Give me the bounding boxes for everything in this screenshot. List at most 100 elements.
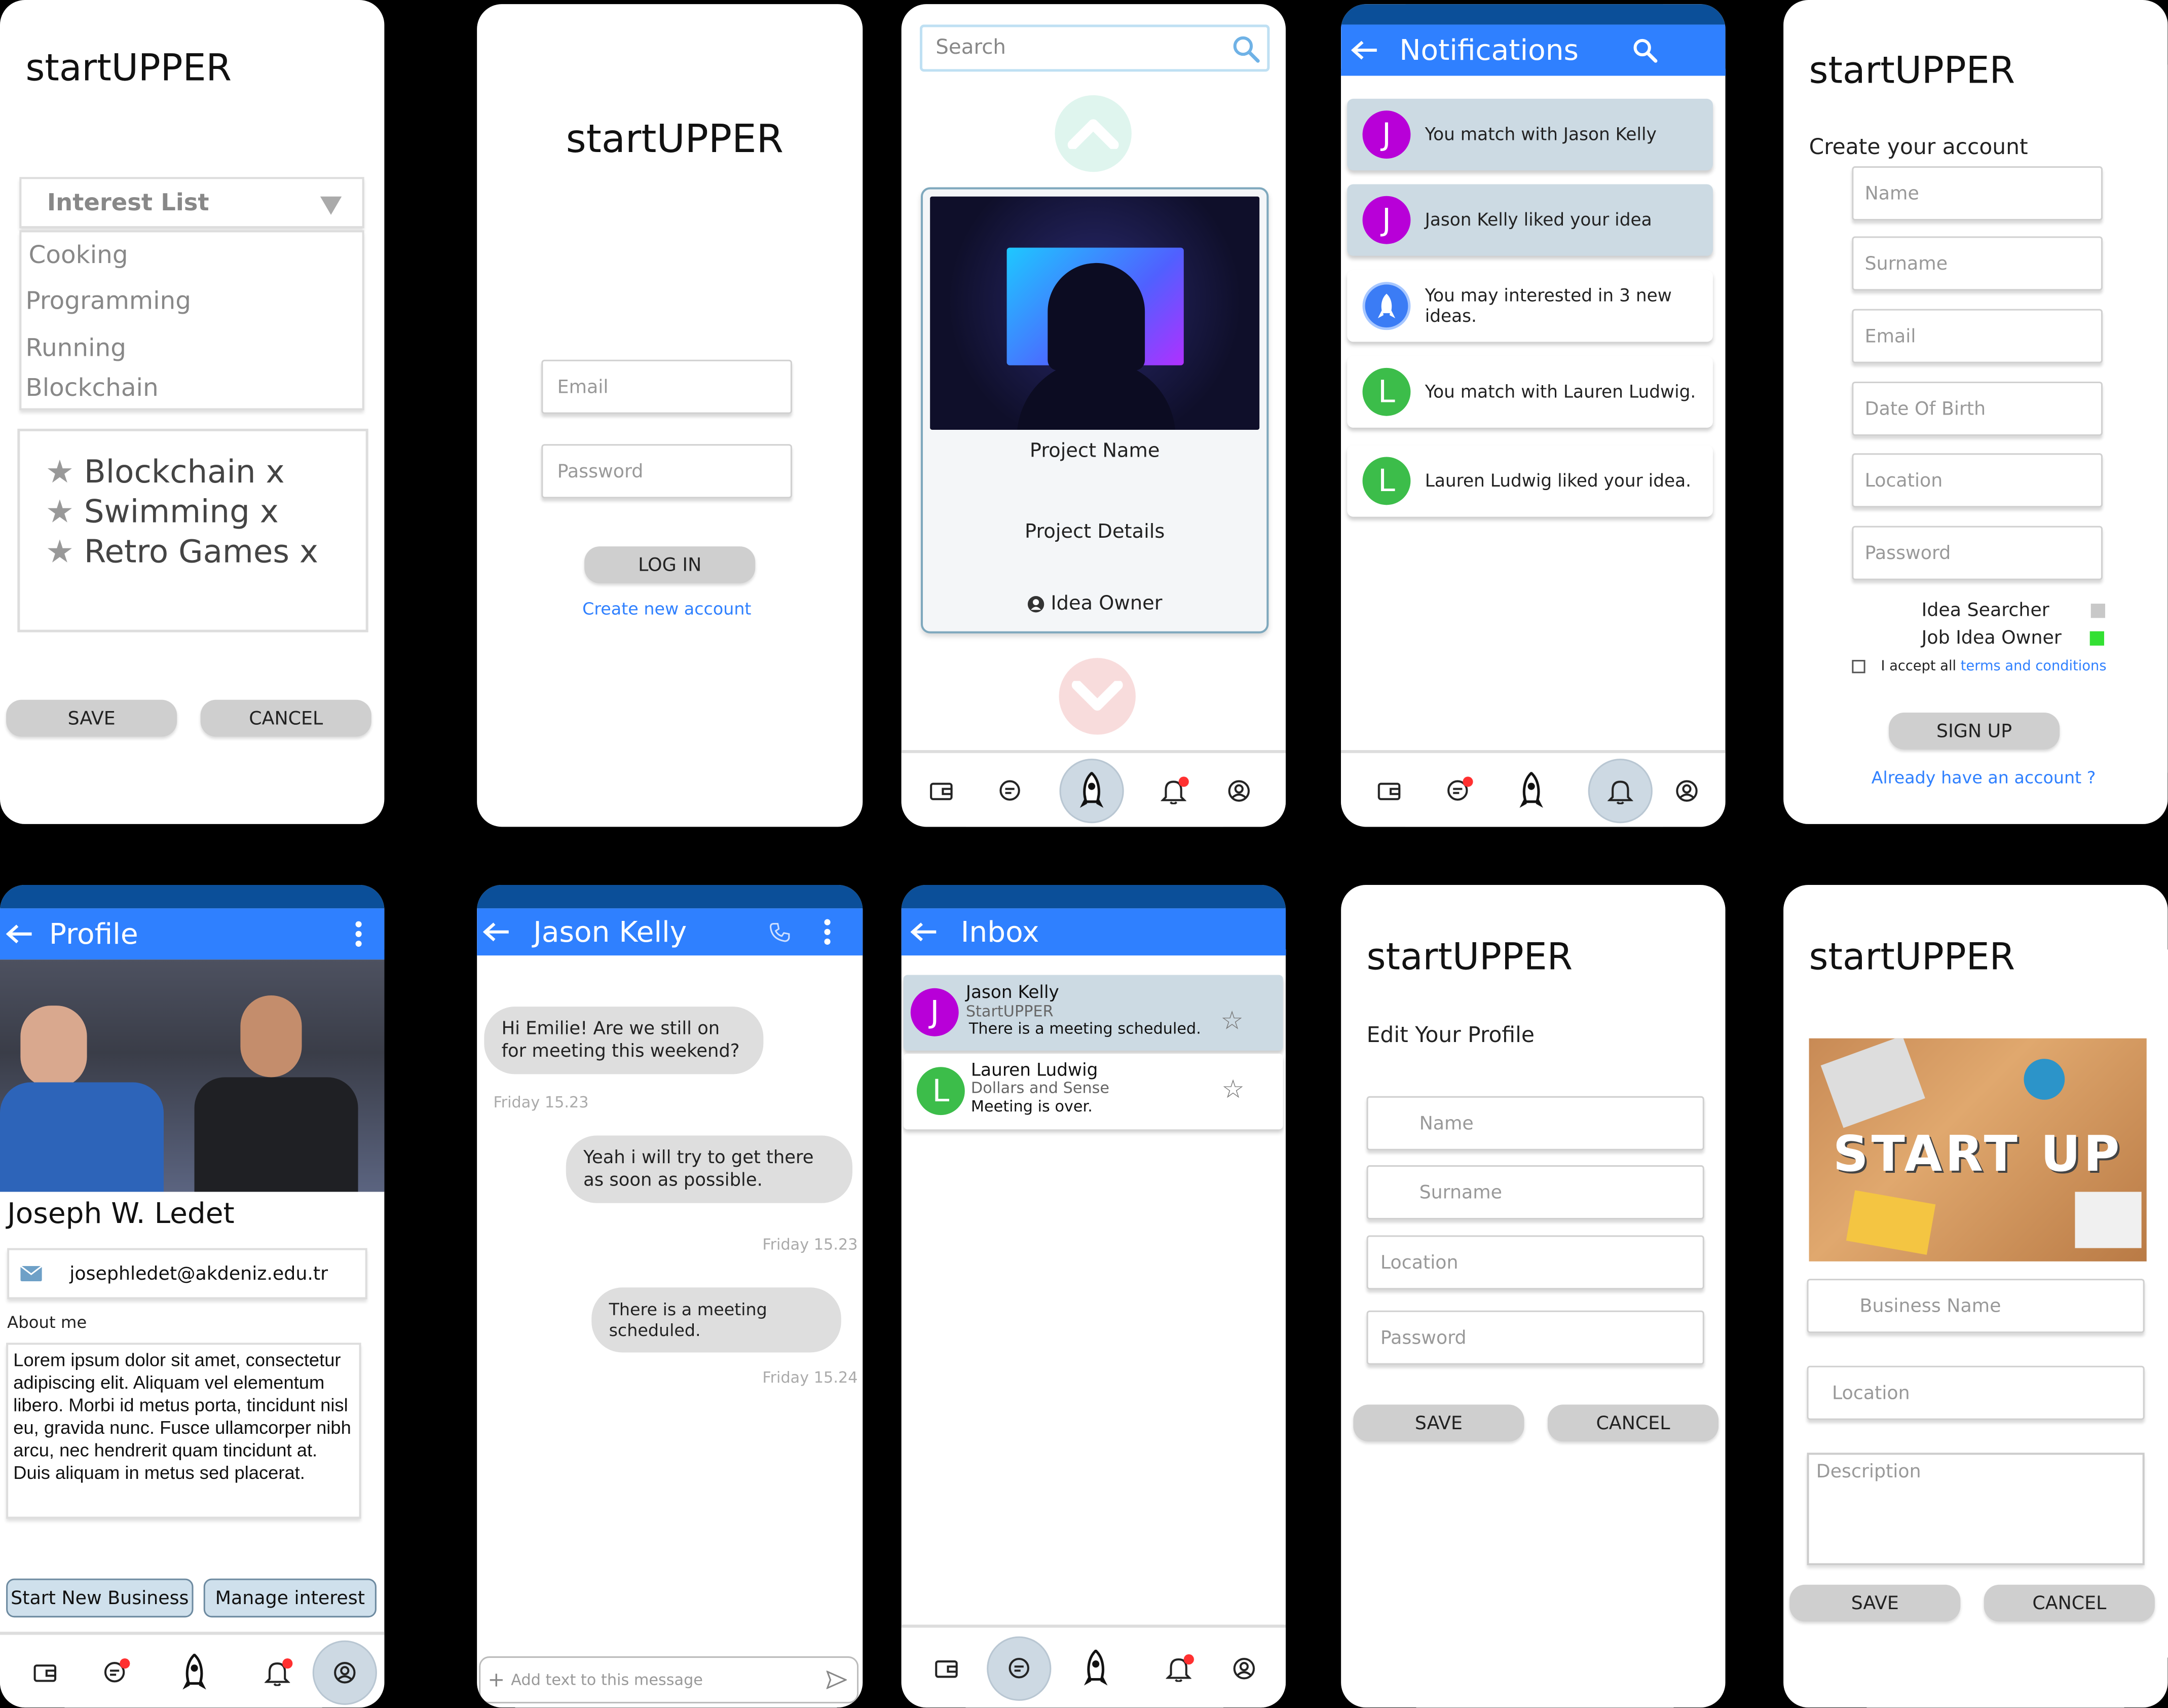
chat-header: Jason Kelly xyxy=(477,908,863,956)
star-outline-icon[interactable]: ☆ xyxy=(1222,1074,1245,1104)
wallet-icon[interactable] xyxy=(1374,775,1405,806)
role-searcher-checkbox[interactable] xyxy=(2090,604,2106,618)
search-icon[interactable] xyxy=(1632,38,1657,63)
inbox-header: Inbox xyxy=(901,908,1286,956)
start-business-button[interactable]: Start New Business xyxy=(6,1578,194,1618)
rocket-icon[interactable] xyxy=(179,1653,210,1690)
location-field[interactable]: Location xyxy=(1366,1235,1704,1290)
chat-icon[interactable] xyxy=(1442,775,1473,806)
save-button[interactable]: SAVE xyxy=(1353,1404,1524,1442)
profile-icon[interactable] xyxy=(1224,775,1255,806)
name-field[interactable]: Name xyxy=(1852,166,2103,221)
profile-icon[interactable] xyxy=(312,1640,377,1705)
location-field[interactable]: Location xyxy=(1852,453,2103,508)
send-icon[interactable] xyxy=(826,1670,847,1689)
manage-interest-button[interactable]: Manage interest xyxy=(203,1578,377,1618)
selected-interest[interactable]: ★ Retro Games x xyxy=(46,532,318,572)
email-field[interactable]: Email xyxy=(1852,309,2103,363)
wallet-icon[interactable] xyxy=(931,1653,962,1684)
bell-icon[interactable] xyxy=(1163,1653,1194,1684)
avatar: J xyxy=(1362,196,1411,244)
notification-item[interactable]: J Jason Kelly liked your idea xyxy=(1347,184,1713,256)
search-icon[interactable] xyxy=(1231,34,1260,63)
surname-field[interactable]: Surname xyxy=(1852,236,2103,291)
email-row[interactable]: josephledet@akdeniz.edu.tr xyxy=(7,1248,367,1299)
back-arrow-icon[interactable] xyxy=(6,924,34,944)
rocket-icon[interactable] xyxy=(1516,772,1547,808)
message-input-bar[interactable]: + Add text to this message xyxy=(479,1656,859,1703)
scroll-up-icon[interactable] xyxy=(1055,95,1132,172)
profile-icon[interactable] xyxy=(1671,775,1702,806)
wallet-icon[interactable] xyxy=(926,775,957,806)
chat-icon[interactable] xyxy=(99,1657,130,1688)
cancel-button[interactable]: CANCEL xyxy=(1547,1404,1719,1442)
new-business-screen: startUPPER START UP Business Name Locati… xyxy=(1783,884,2168,1708)
create-account-link[interactable]: Create new account xyxy=(582,599,751,618)
cancel-button[interactable]: CANCEL xyxy=(1984,1584,2155,1622)
terms-checkbox[interactable] xyxy=(1852,659,1865,673)
message-timestamp: Friday 15.23 xyxy=(762,1236,858,1254)
save-button[interactable]: SAVE xyxy=(1789,1584,1961,1622)
selected-interest[interactable]: ★ Blockchain x xyxy=(46,452,318,492)
search-bar[interactable]: Search xyxy=(919,24,1270,72)
bell-icon[interactable] xyxy=(262,1657,293,1688)
star-outline-icon[interactable]: ☆ xyxy=(1220,1006,1243,1035)
password-field[interactable]: Password xyxy=(541,444,792,499)
back-arrow-icon[interactable] xyxy=(1351,40,1379,60)
bell-icon[interactable] xyxy=(1588,758,1653,824)
password-field[interactable]: Password xyxy=(1852,526,2103,580)
interest-dropdown[interactable]: Interest List xyxy=(19,177,364,229)
inbox-item[interactable]: L Lauren Ludwig Dollars and Sense Meetin… xyxy=(903,1054,1283,1130)
interest-option[interactable]: Running xyxy=(25,333,126,362)
chat-icon[interactable] xyxy=(994,775,1025,806)
message-input[interactable]: Add text to this message xyxy=(511,1671,703,1689)
email-field[interactable]: Email xyxy=(541,359,792,414)
plus-icon[interactable]: + xyxy=(488,1668,505,1691)
role-searcher-option[interactable]: Idea Searcher xyxy=(1922,600,2106,620)
interest-option[interactable]: Cooking xyxy=(29,240,128,269)
page-title: Notifications xyxy=(1399,33,1579,67)
login-screen: startUPPER Email Password LOG IN Create … xyxy=(477,4,863,827)
rocket-icon[interactable] xyxy=(1080,1649,1111,1686)
interest-option[interactable]: Blockchain xyxy=(25,374,158,402)
location-field[interactable]: Location xyxy=(1807,1365,2145,1420)
login-button[interactable]: LOG IN xyxy=(584,546,756,583)
cancel-button[interactable]: CANCEL xyxy=(200,699,371,737)
date-of-birth-field[interactable]: Date Of Birth xyxy=(1852,381,2103,436)
selected-interest[interactable]: ★ Swimming x xyxy=(46,492,318,532)
password-field[interactable]: Password xyxy=(1366,1310,1704,1365)
scroll-down-icon[interactable] xyxy=(1059,658,1136,735)
project-card[interactable]: Project Name Project Details Idea Owner xyxy=(921,187,1269,634)
role-owner-option[interactable]: Job Idea Owner xyxy=(1922,627,2105,648)
already-have-account-link[interactable]: Already have an account ? xyxy=(1872,767,2096,787)
interest-option[interactable]: Programming xyxy=(25,286,191,315)
user-icon xyxy=(1027,595,1044,612)
notification-item[interactable]: You may interested in 3 new ideas. xyxy=(1347,270,1713,342)
phone-icon[interactable] xyxy=(770,922,790,942)
name-field[interactable]: Name xyxy=(1366,1096,1704,1150)
back-arrow-icon[interactable] xyxy=(910,922,939,942)
profile-icon[interactable] xyxy=(1229,1653,1260,1684)
inbox-item[interactable]: J Jason Kelly StartUPPER There is a meet… xyxy=(903,975,1283,1051)
more-menu-icon[interactable] xyxy=(824,919,831,945)
idea-owner[interactable]: Idea Owner xyxy=(923,591,1266,614)
bell-icon[interactable] xyxy=(1158,775,1189,806)
business-name-field[interactable]: Business Name xyxy=(1807,1279,2145,1333)
search-input[interactable]: Search xyxy=(936,35,1006,59)
rocket-icon[interactable] xyxy=(1059,758,1124,824)
description-textarea[interactable]: Description xyxy=(1807,1453,2145,1566)
wallet-icon[interactable] xyxy=(30,1657,61,1688)
chat-icon[interactable] xyxy=(987,1636,1052,1701)
more-menu-icon[interactable] xyxy=(355,921,362,947)
notification-item[interactable]: L You match with Lauren Ludwig. xyxy=(1347,356,1713,428)
notification-item[interactable]: J You match with Jason Kelly xyxy=(1347,98,1713,171)
save-button[interactable]: SAVE xyxy=(6,699,177,737)
terms-link[interactable]: terms and conditions xyxy=(1961,658,2107,674)
surname-field[interactable]: Surname xyxy=(1366,1165,1704,1220)
about-textarea[interactable]: Lorem ipsum dolor sit amet, consectetur … xyxy=(6,1343,361,1519)
role-owner-checkbox[interactable] xyxy=(2089,631,2105,646)
back-arrow-icon[interactable] xyxy=(483,922,511,942)
notification-item[interactable]: L Lauren Ludwig liked your idea. xyxy=(1347,445,1713,517)
avatar: J xyxy=(910,988,959,1036)
signup-button[interactable]: SIGN UP xyxy=(1889,713,2060,750)
